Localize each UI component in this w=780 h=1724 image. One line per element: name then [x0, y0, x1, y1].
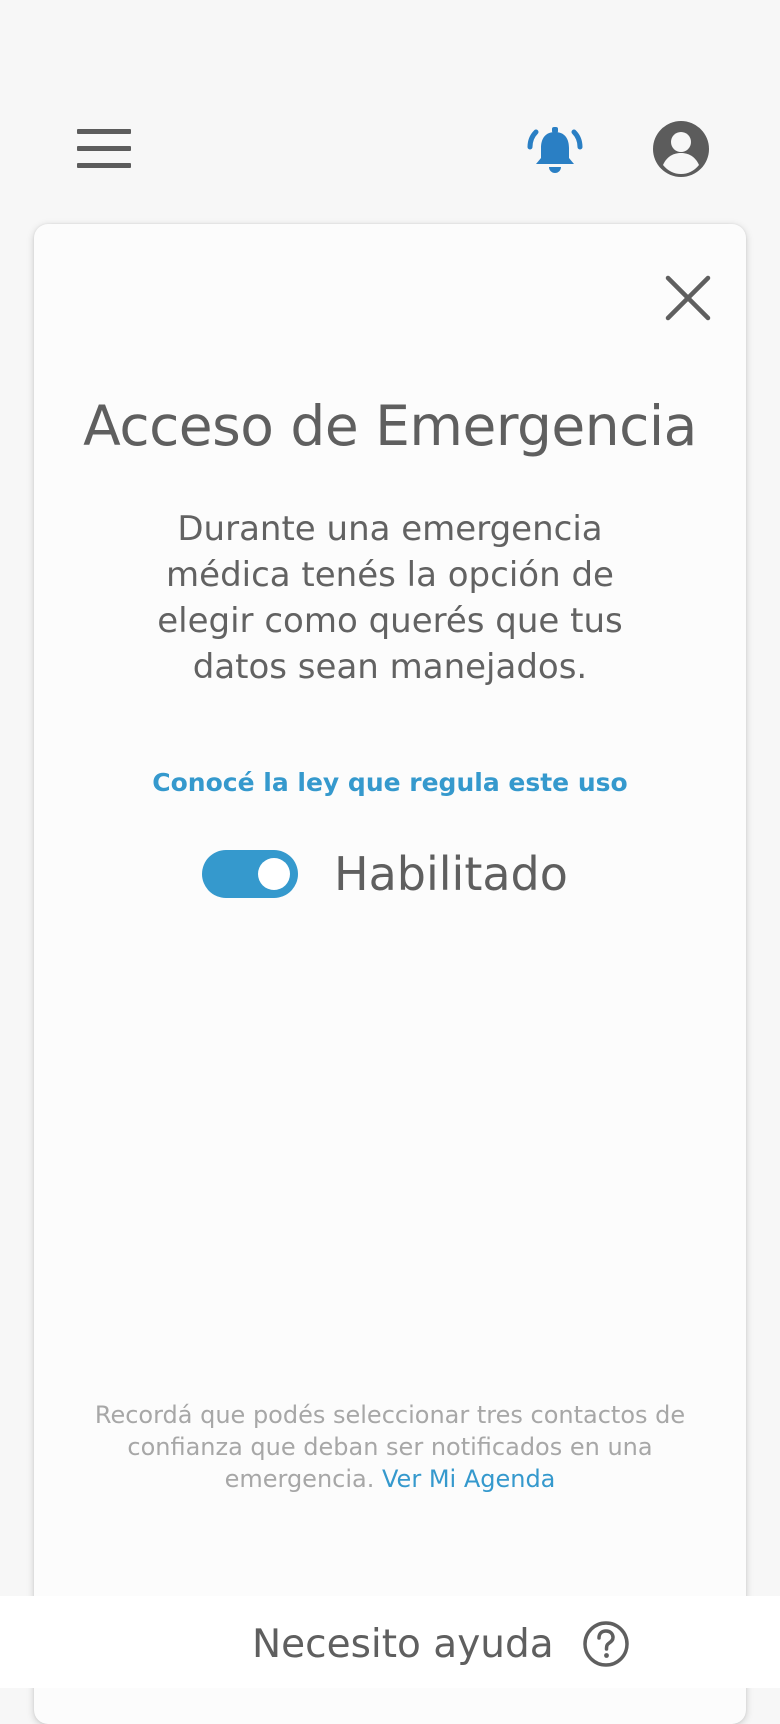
account-circle-icon: [653, 121, 709, 177]
emergency-access-modal: Acceso de Emergencia Durante una emergen…: [34, 224, 746, 1724]
emergency-access-toggle-row: Habilitado: [202, 844, 568, 904]
help-label: Necesito ayuda: [252, 1621, 554, 1667]
hamburger-menu-icon: [77, 129, 131, 134]
modal-description: Durante una emergencia médica tenés la o…: [157, 509, 623, 687]
top-app-bar: [0, 0, 780, 215]
emergency-bell-icon: [527, 127, 583, 173]
law-info-link[interactable]: Conocé la ley que regula este uso: [34, 768, 746, 797]
help-circle-icon: [582, 1621, 629, 1667]
trusted-contacts-note: Recordá que podés seleccionar tres conta…: [94, 1399, 686, 1495]
modal-title: Acceso de Emergencia: [83, 394, 697, 458]
close-icon: [665, 275, 711, 321]
toggle-label: Habilitado: [334, 847, 568, 901]
emergency-alert-button[interactable]: [524, 118, 586, 180]
close-button[interactable]: [660, 270, 716, 326]
account-button[interactable]: [652, 120, 710, 178]
help-button[interactable]: Necesito ayuda: [252, 1618, 630, 1670]
bottom-help-bar: Necesito ayuda: [0, 1596, 780, 1688]
menu-button[interactable]: [72, 126, 132, 172]
toggle-knob: [258, 858, 290, 890]
view-agenda-link[interactable]: Ver Mi Agenda: [382, 1465, 555, 1493]
emergency-access-toggle[interactable]: [202, 850, 298, 898]
